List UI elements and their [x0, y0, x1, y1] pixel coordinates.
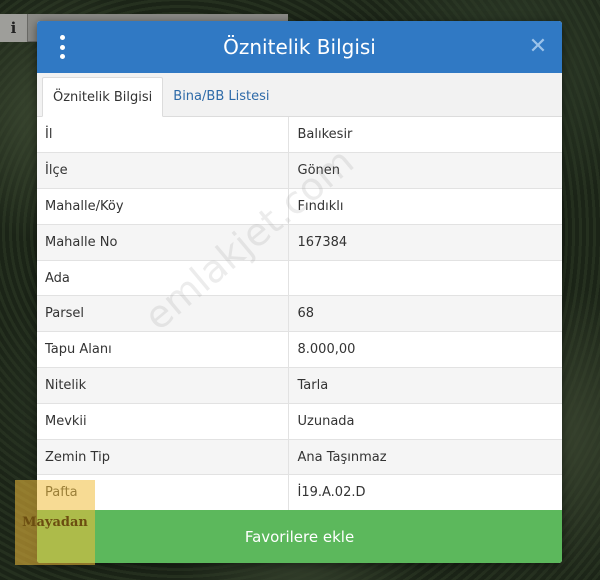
table-row: Zemin Tip Ana Taşınmaz — [37, 439, 562, 476]
attribute-key: Nitelik — [37, 367, 289, 404]
attribute-value: Uzunada — [288, 403, 562, 440]
dialog-title: Öznitelik Bilgisi — [223, 35, 376, 59]
brand-logo: Mayadan — [15, 480, 95, 565]
attribute-key: Ada — [37, 260, 289, 297]
attribute-key: Zemin Tip — [37, 439, 289, 476]
dialog-header: Öznitelik Bilgisi ✕ — [37, 21, 562, 73]
attribute-info-dialog: Öznitelik Bilgisi ✕ Öznitelik Bilgisi Bi… — [37, 21, 562, 563]
attribute-key: Mahalle/Köy — [37, 188, 289, 225]
table-row: Pafta İ19.A.02.D — [37, 474, 562, 512]
attribute-value: Tarla — [288, 367, 562, 404]
table-row: İlçe Gönen — [37, 152, 562, 190]
table-row: Mevkii Uzunada — [37, 403, 562, 440]
attribute-key: Tapu Alanı — [37, 331, 289, 369]
table-row: İl Balıkesir — [37, 117, 562, 154]
kebab-menu-icon[interactable] — [53, 35, 71, 59]
attribute-value: İ19.A.02.D — [288, 474, 562, 512]
attribute-key: Parsel — [37, 295, 289, 333]
table-row: Mahalle No 167384 — [37, 224, 562, 261]
attribute-value: Gönen — [288, 152, 562, 190]
attribute-value: 68 — [288, 295, 562, 333]
tab-building-list[interactable]: Bina/BB Listesi — [163, 76, 279, 116]
add-to-favorites-button[interactable]: Favorilere ekle — [37, 510, 562, 563]
attribute-key: İlçe — [37, 152, 289, 190]
attribute-key: Mevkii — [37, 403, 289, 440]
table-row: Tapu Alanı 8.000,00 — [37, 331, 562, 369]
attribute-table: İl Balıkesir İlçe Gönen Mahalle/Köy Fınd… — [37, 117, 562, 512]
attribute-value: Balıkesir — [288, 117, 562, 154]
attribute-value: 8.000,00 — [288, 331, 562, 369]
attribute-key: Mahalle No — [37, 224, 289, 261]
table-row: Ada — [37, 260, 562, 297]
table-row: Nitelik Tarla — [37, 367, 562, 404]
attribute-value: Ana Taşınmaz — [288, 439, 562, 476]
table-row: Parsel 68 — [37, 295, 562, 333]
tab-attribute-info[interactable]: Öznitelik Bilgisi — [42, 77, 164, 117]
tab-bar: Öznitelik Bilgisi Bina/BB Listesi — [37, 73, 562, 117]
table-row: Mahalle/Köy Fındıklı — [37, 188, 562, 225]
attribute-value: 167384 — [288, 224, 562, 261]
brand-logo-text: Mayadan — [22, 515, 88, 530]
info-icon[interactable]: i — [0, 14, 28, 42]
attribute-value — [288, 260, 562, 297]
close-icon[interactable]: ✕ — [528, 34, 548, 59]
attribute-value: Fındıklı — [288, 188, 562, 225]
attribute-key: İl — [37, 117, 289, 154]
